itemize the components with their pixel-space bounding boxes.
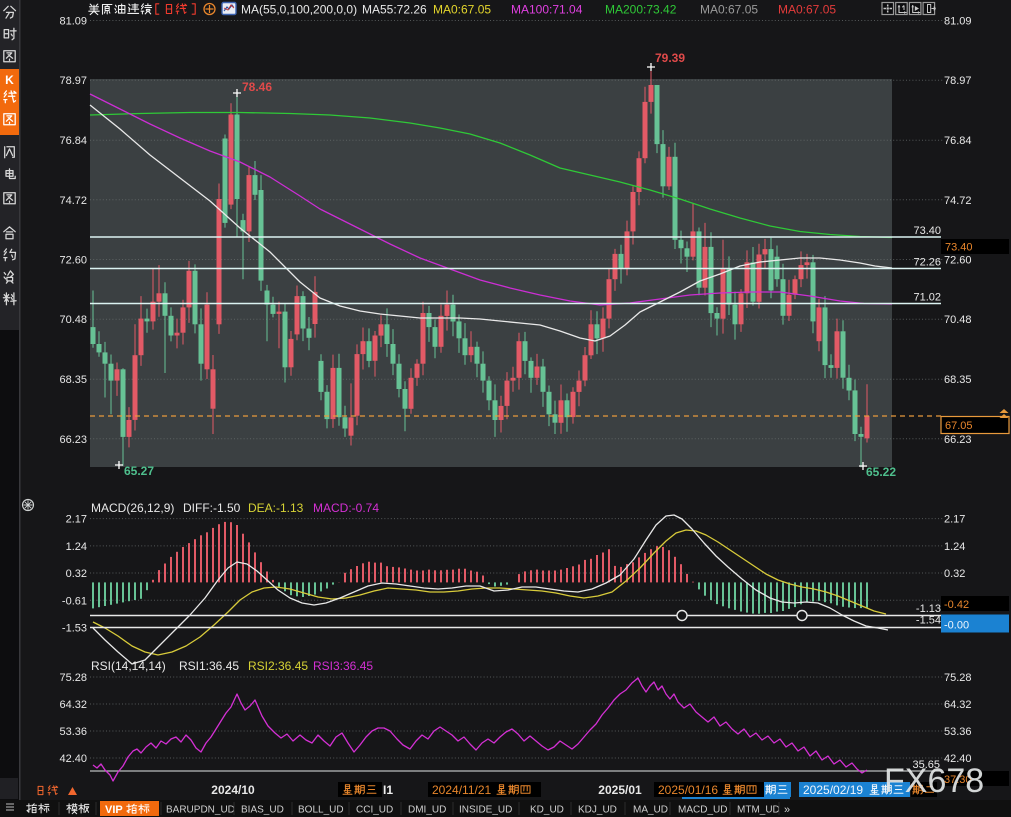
svg-text:70.48: 70.48 xyxy=(944,314,972,326)
svg-text:68.35: 68.35 xyxy=(59,374,87,386)
svg-text:74.72: 74.72 xyxy=(59,195,87,207)
svg-text:68.35: 68.35 xyxy=(944,374,972,386)
svg-text:73.40: 73.40 xyxy=(913,225,941,237)
svg-text:71.02: 71.02 xyxy=(913,292,941,304)
svg-text:K: K xyxy=(5,73,14,87)
svg-text:0.32: 0.32 xyxy=(66,568,87,580)
svg-text:I1: I1 xyxy=(383,783,393,797)
svg-text:67.05: 67.05 xyxy=(945,420,973,432)
svg-text:1.24: 1.24 xyxy=(944,541,965,553)
svg-text:53.36: 53.36 xyxy=(944,726,972,738)
svg-text:MACD:-0.74: MACD:-0.74 xyxy=(313,501,379,515)
svg-text:2.17: 2.17 xyxy=(66,514,87,526)
svg-text:2.17: 2.17 xyxy=(944,514,965,526)
svg-text:MACD_UD: MACD_UD xyxy=(678,805,727,816)
svg-text:2024/11/21: 2024/11/21 xyxy=(432,783,491,797)
svg-text:INSIDE_UD: INSIDE_UD xyxy=(459,805,512,816)
svg-text:65.27: 65.27 xyxy=(124,464,154,478)
svg-text:MA0:67.05: MA0:67.05 xyxy=(433,3,491,17)
svg-text:42.40: 42.40 xyxy=(59,753,87,765)
svg-text:MA0:67.05: MA0:67.05 xyxy=(778,3,836,17)
svg-text:RSI(14,14,14): RSI(14,14,14) xyxy=(91,659,166,673)
svg-text:66.23: 66.23 xyxy=(944,434,972,446)
svg-text:DMI_UD: DMI_UD xyxy=(408,805,446,816)
svg-text:»: » xyxy=(784,804,790,816)
svg-text:73.40: 73.40 xyxy=(945,242,973,254)
svg-text:72.26: 72.26 xyxy=(913,257,941,269)
svg-text:-1.13: -1.13 xyxy=(916,603,941,615)
svg-text:65.22: 65.22 xyxy=(866,465,896,479)
svg-text:RSI1:36.45: RSI1:36.45 xyxy=(179,659,239,673)
svg-text:-0.61: -0.61 xyxy=(62,595,87,607)
svg-text:MTM_UD: MTM_UD xyxy=(737,805,780,816)
svg-text:79.39: 79.39 xyxy=(655,51,685,65)
svg-text:2025/02/19: 2025/02/19 xyxy=(803,783,863,797)
svg-text:FX678: FX678 xyxy=(884,762,984,800)
svg-text:BIAS_UD: BIAS_UD xyxy=(241,805,284,816)
svg-text:MA0:67.05: MA0:67.05 xyxy=(700,3,758,17)
svg-text:MA(55,0,100,200,0,0): MA(55,0,100,200,0,0) xyxy=(241,3,357,17)
svg-text:RSI3:36.45: RSI3:36.45 xyxy=(313,659,373,673)
svg-text:72.60: 72.60 xyxy=(59,255,87,267)
svg-text:-1.53: -1.53 xyxy=(62,622,87,634)
svg-text:1.24: 1.24 xyxy=(66,541,87,553)
svg-text:81.09: 81.09 xyxy=(59,16,87,28)
svg-text:76.84: 76.84 xyxy=(944,135,972,147)
svg-text:64.32: 64.32 xyxy=(944,699,972,711)
svg-text:78.46: 78.46 xyxy=(242,80,272,94)
svg-text:DEA:-1.13: DEA:-1.13 xyxy=(248,501,304,515)
svg-text:VIP: VIP xyxy=(105,804,123,816)
svg-text:81.09: 81.09 xyxy=(944,16,972,28)
svg-text:76.84: 76.84 xyxy=(59,135,87,147)
svg-text:MACD(26,12,9): MACD(26,12,9) xyxy=(91,501,174,515)
svg-text:-1.54: -1.54 xyxy=(916,615,941,627)
svg-text:64.32: 64.32 xyxy=(59,699,87,711)
svg-text:MA200:73.42: MA200:73.42 xyxy=(605,3,677,17)
svg-text:72.60: 72.60 xyxy=(944,255,972,267)
svg-text:53.36: 53.36 xyxy=(59,726,87,738)
svg-text:DIFF:-1.50: DIFF:-1.50 xyxy=(183,501,241,515)
svg-text:70.48: 70.48 xyxy=(59,314,87,326)
svg-text:75.28: 75.28 xyxy=(59,672,87,684)
svg-text:66.23: 66.23 xyxy=(59,434,87,446)
svg-text:KD_UD: KD_UD xyxy=(530,805,564,816)
svg-text:0.32: 0.32 xyxy=(944,568,965,580)
svg-text:MA100:71.04: MA100:71.04 xyxy=(511,3,583,17)
svg-text:KDJ_UD: KDJ_UD xyxy=(578,805,617,816)
svg-text:CCI_UD: CCI_UD xyxy=(356,805,393,816)
svg-text:-0.00: -0.00 xyxy=(944,620,969,632)
svg-text:75.28: 75.28 xyxy=(944,672,972,684)
svg-text:2025/01: 2025/01 xyxy=(598,783,642,797)
svg-text:74.72: 74.72 xyxy=(944,195,972,207)
svg-text:2025/01/16: 2025/01/16 xyxy=(658,783,718,797)
svg-text:BOLL_UD: BOLL_UD xyxy=(298,805,344,816)
svg-text:RSI2:36.45: RSI2:36.45 xyxy=(248,659,308,673)
svg-text:78.97: 78.97 xyxy=(59,75,87,87)
svg-text:MA_UD: MA_UD xyxy=(633,805,668,816)
svg-text:78.97: 78.97 xyxy=(944,75,972,87)
svg-text:BARUPDN_UD: BARUPDN_UD xyxy=(166,805,235,816)
svg-text:-0.42: -0.42 xyxy=(944,599,969,611)
svg-text:MA55:72.26: MA55:72.26 xyxy=(362,3,427,17)
svg-text:2024/10: 2024/10 xyxy=(211,783,255,797)
